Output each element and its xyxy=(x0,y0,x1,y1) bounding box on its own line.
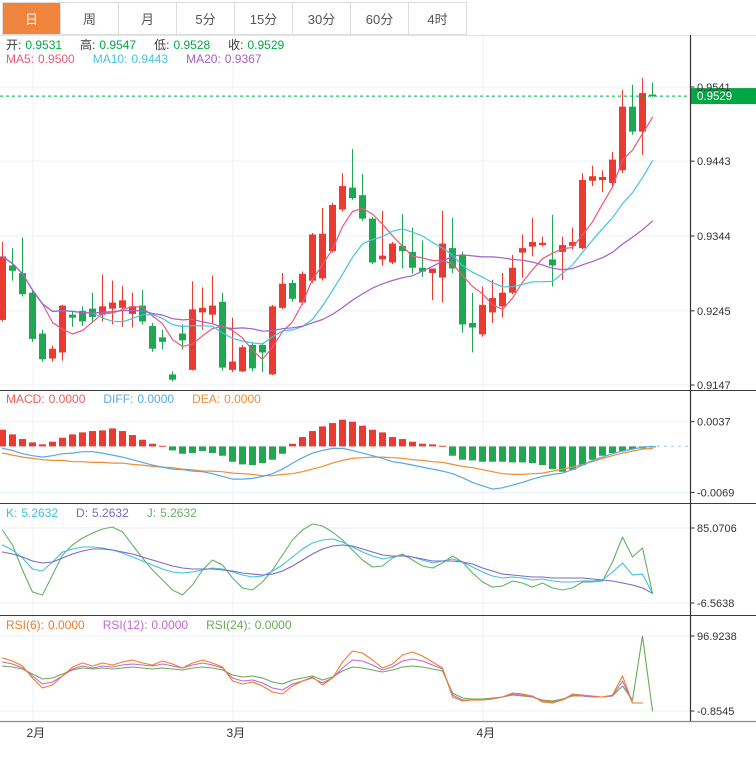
indicator-reading: J: 5.2632 xyxy=(147,506,201,520)
indicator-reading: K: 5.2632 xyxy=(6,506,62,520)
x-axis-month-label: 4月 xyxy=(477,726,496,740)
macd-tick-label: -0.0069 xyxy=(697,487,734,499)
indicator-value: 0.0000 xyxy=(151,618,188,632)
indicator-value: 0.9443 xyxy=(131,52,168,66)
indicator-label: RSI(12): xyxy=(103,618,148,632)
price-tick-label: 0.9344 xyxy=(697,231,731,243)
price-tick-label: 0.9147 xyxy=(697,380,731,392)
indicator-value: 0.0000 xyxy=(137,392,174,406)
indicator-value: 5.2632 xyxy=(21,506,58,520)
indicator-label: MA5: xyxy=(6,52,34,66)
indicator-value: 0.9529 xyxy=(247,38,284,52)
ohlc-info-row: 开: 0.9531 高: 0.9547 低: 0.9528 收: 0.9529 xyxy=(6,36,302,53)
indicator-reading: 高: 0.9547 xyxy=(80,38,140,52)
indicator-value: 0.9531 xyxy=(25,38,62,52)
indicator-label: MA10: xyxy=(93,52,128,66)
kdj-tick-label: 85.0706 xyxy=(697,523,737,535)
candlestick-series xyxy=(0,78,656,381)
indicator-label: MACD: xyxy=(6,392,45,406)
indicator-label: MA20: xyxy=(186,52,221,66)
indicator-reading: MA20: 0.9367 xyxy=(186,52,265,66)
indicator-reading: 低: 0.9528 xyxy=(154,38,214,52)
indicator-reading: 开: 0.9531 xyxy=(6,38,66,52)
indicator-value: 0.9367 xyxy=(225,52,262,66)
indicator-value: 0.9547 xyxy=(99,38,136,52)
indicator-reading: RSI(6): 0.0000 xyxy=(6,618,89,632)
indicator-reading: MA10:0.9443 xyxy=(93,52,172,66)
indicator-reading: DIFF: 0.0000 xyxy=(103,392,178,406)
x-axis-month-label: 2月 xyxy=(27,726,46,740)
indicator-reading: MA5: 0.9500 xyxy=(6,52,79,66)
indicator-reading: 收: 0.9529 xyxy=(228,38,288,52)
rsi-info-row: RSI(6):0.0000RSI(12):0.0000RSI(24):0.000… xyxy=(6,618,310,632)
indicator-reading: D: 5.2632 xyxy=(76,506,133,520)
indicator-label: 收: xyxy=(228,38,243,52)
ma-info-row: MA5: 0.9500 MA10:0.9443 MA20: 0.9367 xyxy=(6,52,280,66)
indicator-value: 0.0000 xyxy=(48,618,85,632)
indicator-value: 0.9528 xyxy=(173,38,210,52)
price-tick-label: 0.9245 xyxy=(697,306,731,318)
x-axis-month-label: 3月 xyxy=(227,726,246,740)
indicator-reading: RSI(12):0.0000 xyxy=(103,618,192,632)
rsi-tick-label: -0.8545 xyxy=(697,706,734,718)
indicator-reading: RSI(24): 0.0000 xyxy=(206,618,295,632)
indicator-value: 0.0000 xyxy=(49,392,86,406)
indicator-label: 低: xyxy=(154,38,169,52)
candlestick-chart-canvas[interactable]: 0.9529 0.9541 0.9443 0.9344 0.9245 0.9147 0.00… xyxy=(0,0,756,760)
indicator-reading: MACD: 0.0000 xyxy=(6,392,89,406)
indicator-value: 5.2632 xyxy=(92,506,129,520)
indicator-value: 5.2632 xyxy=(160,506,197,520)
price-tick-label: 0.9541 xyxy=(697,82,731,94)
macd-histogram xyxy=(0,420,656,472)
indicator-label: D: xyxy=(76,506,88,520)
indicator-reading: DEA: 0.0000 xyxy=(192,392,265,406)
indicator-label: DIFF: xyxy=(103,392,133,406)
indicator-label: RSI(6): xyxy=(6,618,44,632)
macd-tick-label: 0.0037 xyxy=(697,417,731,429)
rsi-tick-label: 96.9238 xyxy=(697,631,737,643)
chart-app: 日周月5分15分30分60分4时 开:0.9531高:0.9547低:0.952… xyxy=(0,0,756,760)
indicator-label: J: xyxy=(147,506,156,520)
indicator-value: 0.0000 xyxy=(255,618,292,632)
indicator-value: 0.0000 xyxy=(224,392,261,406)
macd-info-row: MACD: 0.0000 DIFF: 0.0000 DEA: 0.0000 xyxy=(6,392,279,406)
kdj-tick-label: -6.5638 xyxy=(697,598,734,610)
indicator-value: 0.9500 xyxy=(38,52,75,66)
kdj-info-row: K: 5.2632 D: 5.2632 J: 5.2632 xyxy=(6,506,215,520)
indicator-label: 开: xyxy=(6,38,21,52)
indicator-label: RSI(24): xyxy=(206,618,251,632)
indicator-label: 高: xyxy=(80,38,95,52)
indicator-label: DEA: xyxy=(192,392,220,406)
indicator-label: K: xyxy=(6,506,17,520)
price-tick-label: 0.9443 xyxy=(697,156,731,168)
